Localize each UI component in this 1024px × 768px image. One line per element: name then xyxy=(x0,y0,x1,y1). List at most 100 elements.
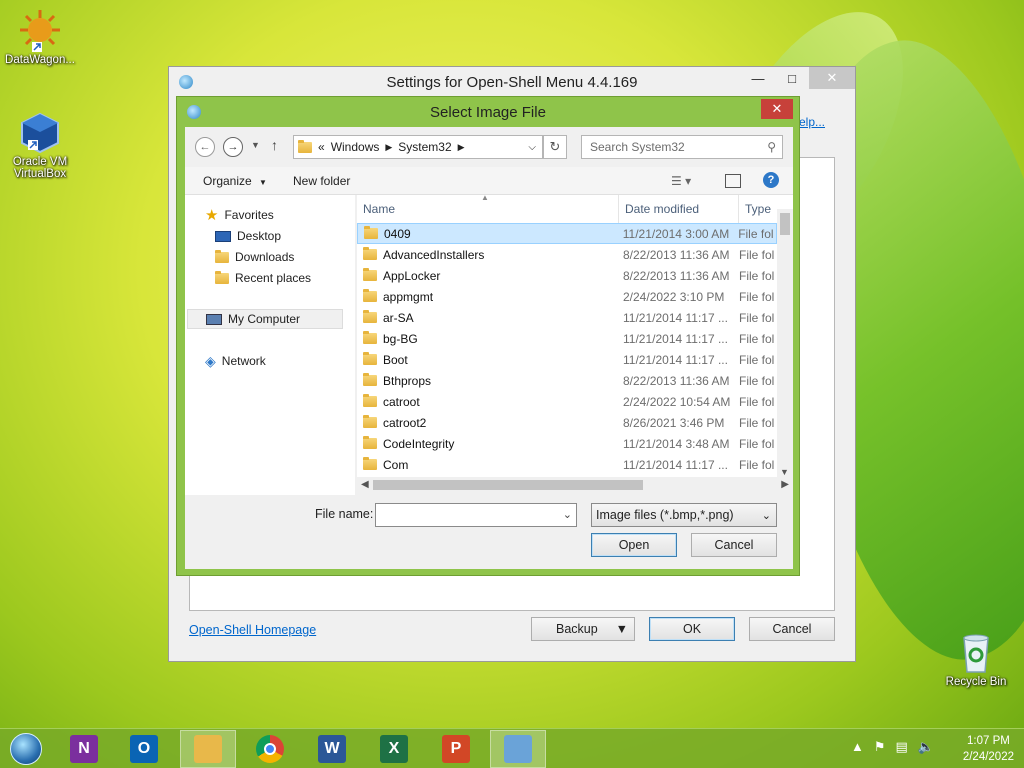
file-row[interactable]: Bthprops 8/22/2013 11:36 AM File fol xyxy=(357,370,777,391)
organize-button[interactable]: Organize ▼ xyxy=(203,174,267,188)
dialog-close-button[interactable]: ✕ xyxy=(761,99,793,119)
scroll-down-icon[interactable]: ▼ xyxy=(780,467,789,477)
file-row[interactable]: catroot 2/24/2022 10:54 AM File fol xyxy=(357,391,777,412)
nav-network[interactable]: ◈ Network xyxy=(205,351,266,371)
file-name: Com xyxy=(383,457,409,472)
file-row[interactable]: appmgmt 2/24/2022 3:10 PM File fol xyxy=(357,286,777,307)
nav-my-computer[interactable]: My Computer xyxy=(187,309,343,329)
folder-icon xyxy=(363,352,377,365)
file-row[interactable]: catroot2 8/26/2021 3:46 PM File fol xyxy=(357,412,777,433)
virtualbox-icon xyxy=(18,110,62,154)
scroll-left-icon[interactable]: ◀ xyxy=(361,479,369,490)
file-row[interactable]: ar-SA 11/21/2014 11:17 ... File fol xyxy=(357,307,777,328)
action-center-flag-icon[interactable]: ⚑ xyxy=(874,739,886,755)
settings-title-bar[interactable]: Settings for Open-Shell Menu 4.4.169 — □… xyxy=(169,67,855,97)
breadcrumb-system32[interactable]: System32 xyxy=(398,140,451,154)
show-hidden-icons[interactable]: ▲ xyxy=(851,739,864,755)
open-button[interactable]: Open xyxy=(591,533,677,557)
breadcrumb-windows[interactable]: Windows xyxy=(331,140,380,154)
scroll-thumb[interactable] xyxy=(373,480,643,490)
search-input[interactable]: Search System32 ⚲ xyxy=(581,135,783,159)
chevron-right-icon[interactable]: ▶ xyxy=(458,142,465,153)
nav-label: My Computer xyxy=(228,312,301,326)
horizontal-scrollbar[interactable]: ◀ ▶ xyxy=(357,477,793,493)
date-modified-cell: 11/21/2014 11:17 ... xyxy=(623,310,728,325)
desktop-icon-recycle-bin[interactable]: Recycle Bin xyxy=(936,630,1016,688)
chevron-right-icon[interactable]: ▶ xyxy=(385,142,392,153)
file-row[interactable]: AdvancedInstallers 8/22/2013 11:36 AM File… xyxy=(357,244,777,265)
close-button[interactable]: ✕ xyxy=(809,67,855,89)
dialog-body: ← → ▼ ↑ « Windows ▶ System32 ▶ ⌵ ↻ Searc… xyxy=(185,127,793,569)
file-name: appmgmt xyxy=(383,289,434,304)
file-name-cell: catroot xyxy=(357,394,619,409)
up-button[interactable]: ↑ xyxy=(271,137,278,153)
minimize-button[interactable]: — xyxy=(741,67,775,89)
clock[interactable]: 1:07 PM 2/24/2022 xyxy=(963,733,1014,765)
type-cell: File fol xyxy=(739,436,775,451)
file-row[interactable]: CodeIntegrity 11/21/2014 3:48 AM File fol xyxy=(357,433,777,454)
type-cell: File fol xyxy=(739,247,775,262)
back-button[interactable]: ← xyxy=(195,137,215,157)
file-type-filter[interactable]: Image files (*.bmp,*.png) ⌄ xyxy=(591,503,777,527)
address-bar[interactable]: « Windows ▶ System32 ▶ ⌵ xyxy=(293,135,543,159)
scroll-thumb[interactable] xyxy=(780,213,790,235)
app-letter: P xyxy=(450,740,462,757)
desktop-icon-virtualbox[interactable]: Oracle VM VirtualBox xyxy=(0,110,80,180)
start-button[interactable] xyxy=(0,730,52,768)
nav-recent-places[interactable]: Recent places xyxy=(215,268,311,288)
taskbar-app-open-shell-settings[interactable] xyxy=(490,730,546,768)
file-row[interactable]: AppLocker 8/22/2013 11:36 AM File fol xyxy=(357,265,777,286)
preview-pane-icon[interactable] xyxy=(725,174,741,188)
taskbar-app-word[interactable]: W xyxy=(304,730,360,768)
type-cell: File fol xyxy=(739,394,775,409)
maximize-button[interactable]: □ xyxy=(775,67,809,89)
file-name-cell: CodeIntegrity xyxy=(357,436,619,451)
nav-favorites[interactable]: ★ Favorites xyxy=(205,205,274,225)
backup-button[interactable]: Backup ▼ xyxy=(531,617,635,641)
type-cell: File fol xyxy=(739,331,775,346)
taskbar-app-chrome[interactable] xyxy=(242,730,298,768)
dialog-title-bar[interactable]: Select Image File ✕ xyxy=(177,97,799,127)
file-row[interactable]: Com 11/21/2014 11:17 ... File fol xyxy=(357,454,777,475)
word-icon: W xyxy=(318,735,346,763)
computer-icon xyxy=(206,313,222,325)
desktop-icon-datawagon[interactable]: DataWagon... xyxy=(0,8,80,66)
nav-downloads[interactable]: Downloads xyxy=(215,247,294,267)
vertical-scrollbar[interactable]: ▼ xyxy=(777,209,793,479)
cancel-button[interactable]: Cancel xyxy=(691,533,777,557)
refresh-button[interactable]: ↻ xyxy=(543,135,567,159)
desktop-icon xyxy=(215,230,231,242)
column-date-modified[interactable]: Date modified xyxy=(619,195,739,223)
date-modified-cell: 2/24/2022 10:54 AM xyxy=(623,394,731,409)
dialog-title: Select Image File xyxy=(430,103,546,121)
new-folder-button[interactable]: New folder xyxy=(293,174,350,188)
settings-cancel-button[interactable]: Cancel xyxy=(749,617,835,641)
scroll-right-icon[interactable]: ▶ xyxy=(781,479,789,490)
view-options-icon[interactable]: ☰ ▾ xyxy=(671,174,691,188)
volume-muted-icon[interactable]: 🔈 xyxy=(918,739,934,755)
folder-icon xyxy=(363,373,377,386)
file-row[interactable]: 0409 11/21/2014 3:00 AM File fol xyxy=(357,223,777,244)
file-row[interactable]: bg-BG 11/21/2014 11:17 ... File fol xyxy=(357,328,777,349)
address-dropdown-icon[interactable]: ⌵ xyxy=(528,142,536,153)
column-type[interactable]: Type xyxy=(739,195,777,223)
file-row[interactable]: Boot 11/21/2014 11:17 ... File fol xyxy=(357,349,777,370)
help-icon[interactable]: ? xyxy=(763,172,779,188)
nav-desktop[interactable]: Desktop xyxy=(215,226,281,246)
file-name-input[interactable]: ⌄ xyxy=(375,503,577,527)
column-name[interactable]: Name ▲ xyxy=(357,193,619,223)
taskbar-app-excel[interactable]: X xyxy=(366,730,422,768)
network-icon[interactable]: ▤ xyxy=(896,739,908,755)
powerpoint-icon: P xyxy=(442,735,470,763)
forward-button[interactable]: → xyxy=(223,137,243,157)
recent-locations-dropdown[interactable]: ▼ xyxy=(251,140,260,150)
taskbar-app-onenote[interactable]: N xyxy=(56,730,112,768)
taskbar-app-file-explorer[interactable] xyxy=(180,730,236,768)
ok-button[interactable]: OK xyxy=(649,617,735,641)
homepage-link[interactable]: Open-Shell Homepage xyxy=(189,623,316,637)
type-cell: File fol xyxy=(739,268,775,283)
taskbar-app-outlook[interactable]: O xyxy=(116,730,172,768)
app-letter: W xyxy=(324,740,340,757)
taskbar-app-powerpoint[interactable]: P xyxy=(428,730,484,768)
chevron-down-icon[interactable]: ⌄ xyxy=(563,508,572,521)
